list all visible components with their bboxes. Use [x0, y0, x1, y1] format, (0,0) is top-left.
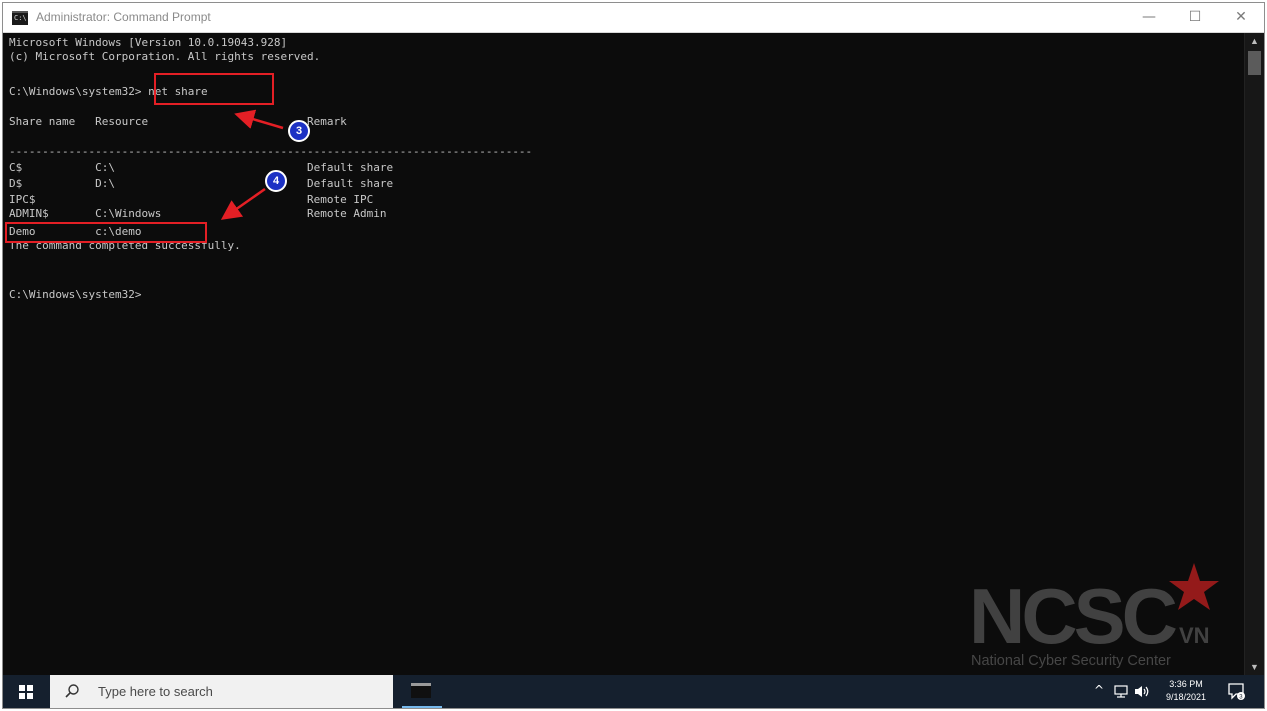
- console-line: ----------------------------------------…: [9, 145, 533, 158]
- clock-time: 3:36 PM: [1169, 679, 1203, 689]
- highlight-demo-share-row: [5, 222, 207, 243]
- console-line: ADMIN$ C:\Windows Remote Admin: [9, 207, 387, 220]
- watermark-brand: NCSC: [969, 572, 1177, 660]
- watermark-suffix: VN: [1179, 623, 1210, 648]
- search-icon: [65, 684, 79, 698]
- vertical-scrollbar[interactable]: ▲ ▼: [1244, 33, 1264, 675]
- taskbar-search-box[interactable]: Type here to search: [50, 675, 393, 708]
- system-clock[interactable]: 3:36 PM 9/18/2021: [1156, 678, 1216, 704]
- window-title: Administrator: Command Prompt: [36, 10, 211, 24]
- network-icon[interactable]: [1114, 685, 1128, 698]
- ncsc-watermark-logo: NCSC VN National Cyber Security Center: [957, 563, 1225, 673]
- console-line: (c) Microsoft Corporation. All rights re…: [9, 50, 321, 63]
- command-prompt-icon: C:\: [12, 11, 28, 25]
- volume-icon[interactable]: [1134, 685, 1150, 698]
- taskbar-command-prompt[interactable]: [398, 675, 446, 708]
- highlight-net-share-command: [154, 73, 274, 105]
- clock-date: 9/18/2021: [1165, 692, 1207, 702]
- console-line: C$ C:\ Default share: [9, 161, 394, 174]
- scroll-thumb[interactable]: [1248, 51, 1261, 75]
- scroll-up-arrow-icon[interactable]: ▲: [1245, 33, 1264, 49]
- command-prompt-icon: [411, 683, 431, 698]
- system-tray: ^ 3:36 PM 9/18/2021 3: [1064, 675, 1264, 708]
- search-placeholder: Type here to search: [98, 684, 213, 699]
- scroll-down-arrow-icon[interactable]: ▼: [1245, 659, 1264, 675]
- step-badge-3: 3: [288, 120, 310, 142]
- taskbar: Type here to search ^ 3:36 PM 9/18/2021: [3, 675, 1264, 708]
- cmd-window: C:\ Administrator: Command Prompt — ☐ ✕ …: [2, 2, 1265, 709]
- minimize-button[interactable]: —: [1126, 3, 1172, 33]
- step-badge-4: 4: [265, 170, 287, 192]
- app-icon-text: C:\: [14, 14, 27, 22]
- start-button[interactable]: [3, 675, 49, 708]
- windows-logo-icon: [19, 685, 33, 699]
- notification-icon[interactable]: 3: [1227, 682, 1245, 700]
- watermark-tagline: National Cyber Security Center: [971, 653, 1171, 669]
- title-bar[interactable]: C:\ Administrator: Command Prompt — ☐ ✕: [3, 3, 1264, 33]
- active-indicator: [402, 706, 442, 708]
- console-line: D$ D:\ Default share: [9, 177, 394, 190]
- console-line: IPC$ Remote IPC: [9, 193, 374, 206]
- console-prompt: C:\Windows\system32>: [9, 288, 142, 301]
- chevron-up-icon[interactable]: ^: [1094, 683, 1104, 697]
- maximize-button[interactable]: ☐: [1172, 3, 1218, 33]
- console-line: Microsoft Windows [Version 10.0.19043.92…: [9, 36, 288, 49]
- close-button[interactable]: ✕: [1218, 3, 1264, 33]
